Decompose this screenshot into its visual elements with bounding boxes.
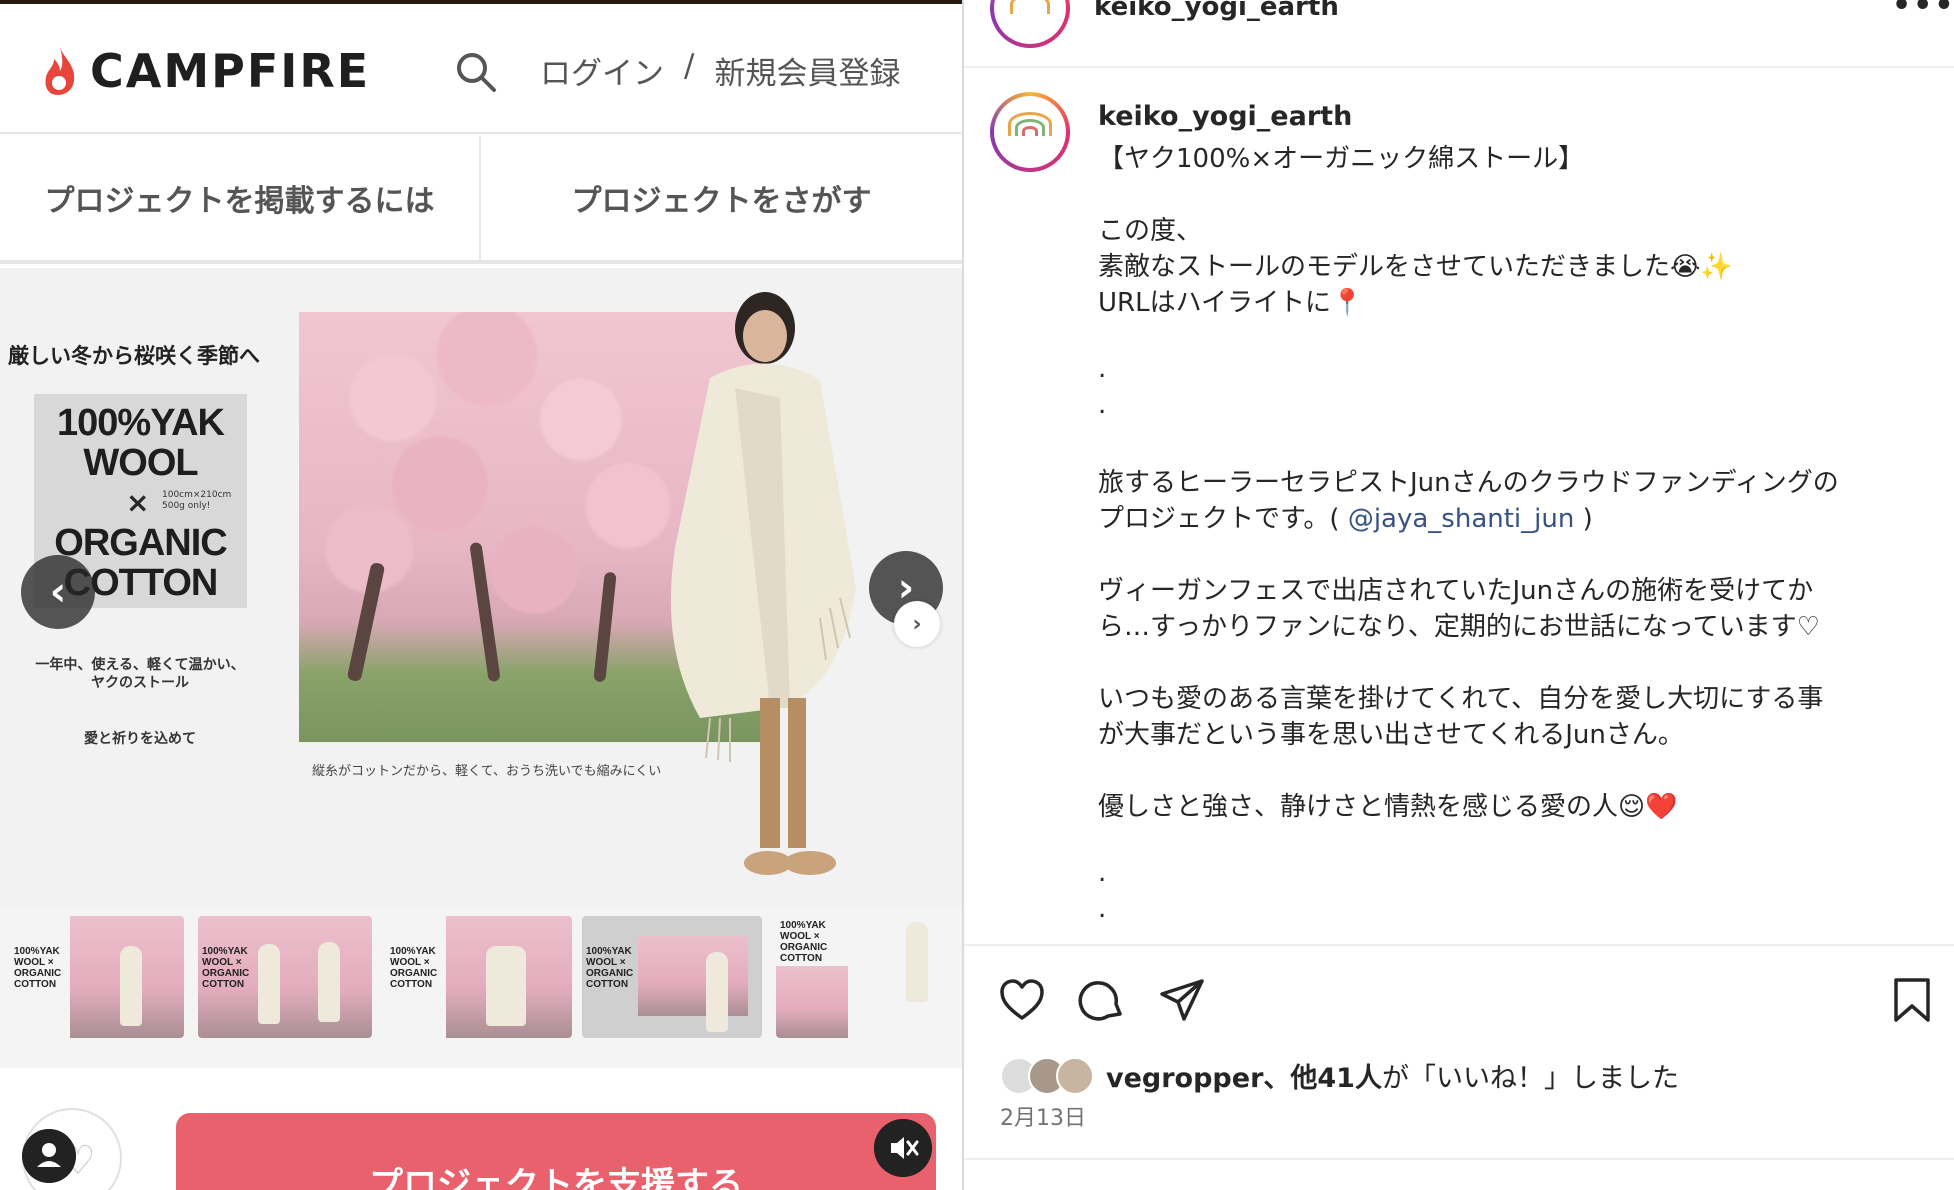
thumbnail-label: 100%YAK WOOL × ORGANIC COTTON bbox=[14, 946, 62, 990]
post-header: keiko_yogi_earth ••• bbox=[964, 0, 1954, 68]
yak-line-1: 100%YAK bbox=[57, 402, 225, 444]
mention-link[interactable]: @jaya_shanti_jun bbox=[1348, 504, 1575, 534]
project-line-suffix: ) bbox=[1574, 504, 1593, 534]
thumbnail-label: 100%YAK WOOL × ORGANIC COTTON bbox=[390, 946, 438, 990]
heart-icon[interactable] bbox=[998, 976, 1046, 1024]
slide-sub-1: 一年中、使える、軽くて温かい、 bbox=[35, 657, 245, 673]
caption-line: URLはハイライトに📍 bbox=[1098, 288, 1364, 318]
caption-avatar[interactable] bbox=[990, 92, 1070, 172]
signup-link[interactable]: 新規会員登録 bbox=[714, 48, 900, 93]
thumbnail-strip: 100%YAK WOOL × ORGANIC COTTON 100%YAK WO… bbox=[0, 908, 962, 1068]
caption-line: 【ヤク100%×オーガニック綿ストール】 bbox=[1098, 144, 1585, 174]
support-project-button[interactable]: プロジェクトを支援する bbox=[176, 1113, 936, 1190]
tree-trunk bbox=[593, 571, 617, 683]
likes-user[interactable]: vegropper bbox=[1106, 1063, 1263, 1094]
caption-line: . bbox=[1098, 858, 1107, 888]
auth-separator: / bbox=[684, 48, 695, 84]
nav-post-project[interactable]: プロジェクトを掲載するには bbox=[0, 136, 481, 260]
caption-line: 素敵なストールのモデルをさせていただきました😭✨ bbox=[1098, 252, 1733, 282]
campfire-page: CAMPFIRE ログイン / 新規会員登録 プロジェクトを掲載するには プロジ… bbox=[0, 0, 962, 1190]
campfire-logo[interactable]: CAMPFIRE bbox=[42, 44, 370, 98]
thumbnail-label: 100%YAK WOOL × ORGANIC COTTON bbox=[586, 946, 634, 990]
actions-divider bbox=[964, 944, 1954, 946]
thumbnail-5[interactable]: 100%YAK WOOL × ORGANIC COTTON bbox=[776, 916, 938, 1038]
tree-trunk bbox=[346, 561, 386, 683]
post-date: 2月13日 bbox=[1000, 1106, 1086, 1131]
project-line-prefix: プロジェクトです。( bbox=[1098, 504, 1348, 534]
yak-size: 100cm×210cm 500g only! bbox=[162, 490, 232, 511]
auth-links: ログイン / 新規会員登録 bbox=[540, 48, 900, 93]
caption-line: . bbox=[1098, 894, 1107, 924]
likes-others[interactable]: 、他41人 bbox=[1263, 1063, 1382, 1094]
caption-line: が大事だという事を思い出させてくれるJunさん。 bbox=[1098, 720, 1684, 750]
user-avatar-icon[interactable] bbox=[22, 1129, 76, 1183]
liker-avatar bbox=[1056, 1057, 1094, 1095]
carousel-prev-button[interactable]: ‹ bbox=[21, 555, 95, 629]
yak-line-2: WOOL bbox=[83, 442, 198, 484]
thumbnail-2[interactable]: 100%YAK WOOL × ORGANIC COTTON bbox=[198, 916, 372, 1038]
thumbnail-label: 100%YAK WOOL × ORGANIC COTTON bbox=[202, 946, 250, 990]
campfire-header: CAMPFIRE ログイン / 新規会員登録 bbox=[0, 4, 962, 134]
header-username[interactable]: keiko_yogi_earth bbox=[1094, 0, 1339, 22]
slide-heading: 厳しい冬から桜咲く季節へ bbox=[8, 344, 260, 368]
share-icon[interactable] bbox=[1158, 976, 1206, 1024]
model-wearing-stole bbox=[670, 292, 856, 875]
muted-speaker-icon[interactable] bbox=[874, 1119, 932, 1177]
chevron-right-icon[interactable]: › bbox=[894, 601, 940, 647]
slide-sub-2: ヤクのストール bbox=[91, 675, 189, 691]
caption-line: 旅するヒーラーセラピストJunさんのクラウドファンディングの bbox=[1098, 468, 1839, 498]
thumbnail-3[interactable]: 100%YAK WOOL × ORGANIC COTTON bbox=[386, 916, 572, 1038]
profile-avatar[interactable] bbox=[990, 0, 1070, 48]
caption-line: . bbox=[1098, 354, 1107, 384]
thumbnail-label: 100%YAK WOOL × ORGANIC COTTON bbox=[780, 920, 828, 964]
likes-suffix: が「いいね！」しました bbox=[1381, 1063, 1679, 1094]
photo-caption: 縦糸がコットンだから、軽くて、おうち洗いでも縮みにくい bbox=[312, 764, 662, 779]
caption-line: いつも愛のある言葉を掛けてくれて、自分を愛し大切にする事 bbox=[1098, 684, 1824, 714]
more-options-icon[interactable]: ••• bbox=[1892, 0, 1954, 23]
logo-text: CAMPFIRE bbox=[90, 44, 371, 98]
nav-find-project[interactable]: プロジェクトをさがす bbox=[481, 136, 962, 260]
thumbnail-1[interactable]: 100%YAK WOOL × ORGANIC COTTON bbox=[10, 916, 184, 1038]
yak-times: × bbox=[126, 486, 150, 519]
thumbnail-4[interactable]: 100%YAK WOOL × ORGANIC COTTON bbox=[582, 916, 762, 1038]
caption-line: この度、 bbox=[1098, 216, 1203, 246]
project-image-carousel[interactable]: 厳しい冬から桜咲く季節へ 100%YAK WOOL × 100cm×210cm … bbox=[0, 268, 962, 908]
caption-line: ら…すっかりファンになり、定期的にお世話になっています♡ bbox=[1098, 612, 1820, 642]
caption-dot: . bbox=[1336, 101, 1345, 132]
caption-line: . bbox=[1098, 390, 1107, 420]
caption-line: 優しさと強さ、静けさと情熱を感じる愛の人😌❤️ bbox=[1098, 792, 1678, 822]
instagram-post-panel: keiko_yogi_earth ••• keiko_yogi_earth . … bbox=[962, 0, 1954, 1190]
caption-username[interactable]: keiko_yogi_earth bbox=[1098, 101, 1352, 132]
comment-icon[interactable] bbox=[1078, 976, 1126, 1024]
slide-sub-3: 愛と祈りを込めて bbox=[84, 731, 196, 747]
campfire-nav: プロジェクトを掲載するには プロジェクトをさがす bbox=[0, 136, 962, 264]
tree-trunk bbox=[469, 541, 501, 683]
search-icon[interactable] bbox=[454, 50, 498, 94]
caption-project-line: プロジェクトです。( @jaya_shanti_jun ) bbox=[1098, 498, 1593, 535]
flame-icon bbox=[45, 47, 75, 95]
caption-line: ヴィーガンフェスで出店されていたJunさんの施術を受けてか bbox=[1098, 576, 1814, 606]
bookmark-icon[interactable] bbox=[1888, 976, 1936, 1024]
liker-avatars[interactable] bbox=[1000, 1054, 1094, 1098]
likes-summary[interactable]: vegropper、他41人が「いいね！」しました bbox=[1106, 1056, 1679, 1095]
login-link[interactable]: ログイン bbox=[540, 48, 664, 93]
bottom-divider bbox=[964, 1158, 1954, 1160]
